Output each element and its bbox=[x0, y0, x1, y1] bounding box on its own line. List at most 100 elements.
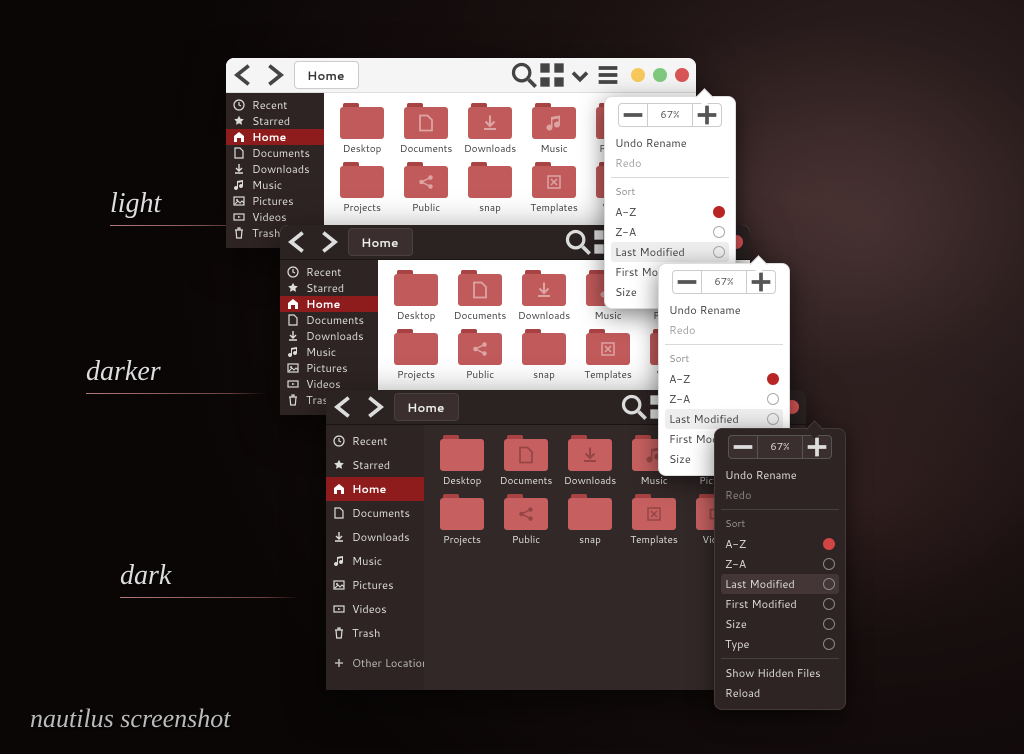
window-maximize-button[interactable] bbox=[653, 68, 667, 82]
menu-item-reload[interactable]: Reload bbox=[721, 683, 839, 703]
sort-option-size[interactable]: Size bbox=[721, 614, 839, 634]
folder-documents[interactable]: Documents bbox=[450, 270, 510, 323]
folder-projects[interactable]: Projects bbox=[432, 494, 492, 547]
zoom-out-button[interactable] bbox=[672, 270, 702, 294]
plus-icon bbox=[332, 656, 346, 670]
menu-item-show hidden files[interactable]: Show Hidden Files bbox=[721, 663, 839, 683]
back-button[interactable] bbox=[330, 393, 358, 421]
sidebar-item-downloads[interactable]: Downloads bbox=[326, 525, 424, 549]
menu-item-undo[interactable]: Undo Rename bbox=[665, 300, 783, 320]
sidebar-item-documents[interactable]: Documents bbox=[326, 501, 424, 525]
sidebar-item-music[interactable]: Music bbox=[280, 344, 378, 360]
zoom-in-button[interactable] bbox=[802, 435, 832, 459]
zoom-out-button[interactable] bbox=[618, 103, 648, 127]
zoom-level: 67% bbox=[702, 270, 746, 294]
sort-option-type[interactable]: Type bbox=[721, 634, 839, 654]
folder-downloads[interactable]: Downloads bbox=[560, 435, 620, 488]
zoom-in-button[interactable] bbox=[746, 270, 776, 294]
folder-documents[interactable]: Documents bbox=[496, 435, 556, 488]
trash-icon bbox=[332, 626, 346, 640]
sidebar-item-home[interactable]: Home bbox=[226, 129, 324, 145]
menu-item-undo[interactable]: Undo Rename bbox=[721, 465, 839, 485]
folder-public[interactable]: Public bbox=[396, 162, 456, 215]
folder-downloads[interactable]: Downloads bbox=[514, 270, 574, 323]
zoom-in-button[interactable] bbox=[692, 103, 722, 127]
forward-button[interactable] bbox=[314, 228, 342, 256]
sidebar-item-documents[interactable]: Documents bbox=[280, 312, 378, 328]
window-close-button[interactable] bbox=[675, 68, 689, 82]
zoom-out-button[interactable] bbox=[728, 435, 758, 459]
folder-icon bbox=[532, 162, 576, 198]
folder-public[interactable]: Public bbox=[496, 494, 556, 547]
folder-snap[interactable]: snap bbox=[514, 329, 574, 382]
sort-option-first modified[interactable]: First Modified bbox=[721, 594, 839, 614]
sidebar-item-home[interactable]: Home bbox=[326, 477, 424, 501]
window-minimize-button[interactable] bbox=[631, 68, 645, 82]
folder-snap[interactable]: snap bbox=[560, 494, 620, 547]
folder-desktop[interactable]: Desktop bbox=[386, 270, 446, 323]
sidebar-item-starred[interactable]: Starred bbox=[280, 280, 378, 296]
sort-option-z-a[interactable]: Z-A bbox=[721, 554, 839, 574]
menu-item-undo[interactable]: Undo Rename bbox=[611, 133, 729, 153]
view-grid-button[interactable] bbox=[538, 61, 566, 89]
sidebar-other-locations[interactable]: Other Locations bbox=[326, 651, 424, 675]
search-button[interactable] bbox=[620, 393, 648, 421]
sidebar-item-starred[interactable]: Starred bbox=[326, 453, 424, 477]
sidebar-item-home[interactable]: Home bbox=[280, 296, 378, 312]
folder-documents[interactable]: Documents bbox=[396, 103, 456, 156]
sort-option-last modified[interactable]: Last Modified bbox=[611, 242, 729, 262]
sidebar-item-pictures[interactable]: Pictures bbox=[226, 193, 324, 209]
sort-option-a-z[interactable]: A-Z bbox=[665, 369, 783, 389]
sort-option-a-z[interactable]: A-Z bbox=[721, 534, 839, 554]
video-icon bbox=[332, 602, 346, 616]
folder-icon bbox=[458, 329, 502, 365]
sidebar-item-starred[interactable]: Starred bbox=[226, 113, 324, 129]
music-icon bbox=[332, 554, 346, 568]
sidebar-item-label: Music bbox=[252, 177, 282, 193]
search-button[interactable] bbox=[564, 228, 592, 256]
folder-projects[interactable]: Projects bbox=[386, 329, 446, 382]
folder-downloads[interactable]: Downloads bbox=[460, 103, 520, 156]
folder-projects[interactable]: Projects bbox=[332, 162, 392, 215]
sort-option-last modified[interactable]: Last Modified bbox=[665, 409, 783, 429]
sidebar-item-recent[interactable]: Recent bbox=[280, 264, 378, 280]
sidebar-item-recent[interactable]: Recent bbox=[226, 97, 324, 113]
folder-music[interactable]: Music bbox=[524, 103, 584, 156]
path-bar[interactable]: Home bbox=[394, 393, 459, 421]
back-button[interactable] bbox=[230, 61, 258, 89]
sort-option-z-a[interactable]: Z-A bbox=[665, 389, 783, 409]
forward-button[interactable] bbox=[260, 61, 288, 89]
sort-option-a-z[interactable]: A-Z bbox=[611, 202, 729, 222]
forward-button[interactable] bbox=[360, 393, 388, 421]
folder-public[interactable]: Public bbox=[450, 329, 510, 382]
sidebar-item-downloads[interactable]: Downloads bbox=[226, 161, 324, 177]
sidebar-item-pictures[interactable]: Pictures bbox=[326, 573, 424, 597]
folder-templates[interactable]: Templates bbox=[524, 162, 584, 215]
picture-icon bbox=[232, 194, 246, 208]
folder-desktop[interactable]: Desktop bbox=[432, 435, 492, 488]
folder-snap[interactable]: snap bbox=[460, 162, 520, 215]
back-button[interactable] bbox=[284, 228, 312, 256]
folder-label: Desktop bbox=[397, 309, 436, 323]
sort-option-z-a[interactable]: Z-A bbox=[611, 222, 729, 242]
folder-desktop[interactable]: Desktop bbox=[332, 103, 392, 156]
path-bar[interactable]: Home bbox=[294, 61, 359, 89]
sidebar-item-videos[interactable]: Videos bbox=[326, 597, 424, 621]
path-bar[interactable]: Home bbox=[348, 228, 413, 256]
sidebar-item-trash[interactable]: Trash bbox=[326, 621, 424, 645]
sidebar-item-recent[interactable]: Recent bbox=[326, 429, 424, 453]
sort-option-last modified[interactable]: Last Modified bbox=[721, 574, 839, 594]
sidebar-item-documents[interactable]: Documents bbox=[226, 145, 324, 161]
sidebar-item-downloads[interactable]: Downloads bbox=[280, 328, 378, 344]
radio-icon bbox=[767, 393, 779, 405]
sidebar-item-music[interactable]: Music bbox=[326, 549, 424, 573]
titlebar[interactable]: Home bbox=[226, 58, 696, 93]
sidebar-item-videos[interactable]: Videos bbox=[226, 209, 324, 225]
sidebar-item-pictures[interactable]: Pictures bbox=[280, 360, 378, 376]
search-button[interactable] bbox=[510, 61, 538, 89]
sidebar-item-music[interactable]: Music bbox=[226, 177, 324, 193]
hamburger-menu-button[interactable] bbox=[594, 61, 622, 89]
view-options-button[interactable] bbox=[566, 61, 594, 89]
folder-templates[interactable]: Templates bbox=[624, 494, 684, 547]
folder-templates[interactable]: Templates bbox=[578, 329, 638, 382]
